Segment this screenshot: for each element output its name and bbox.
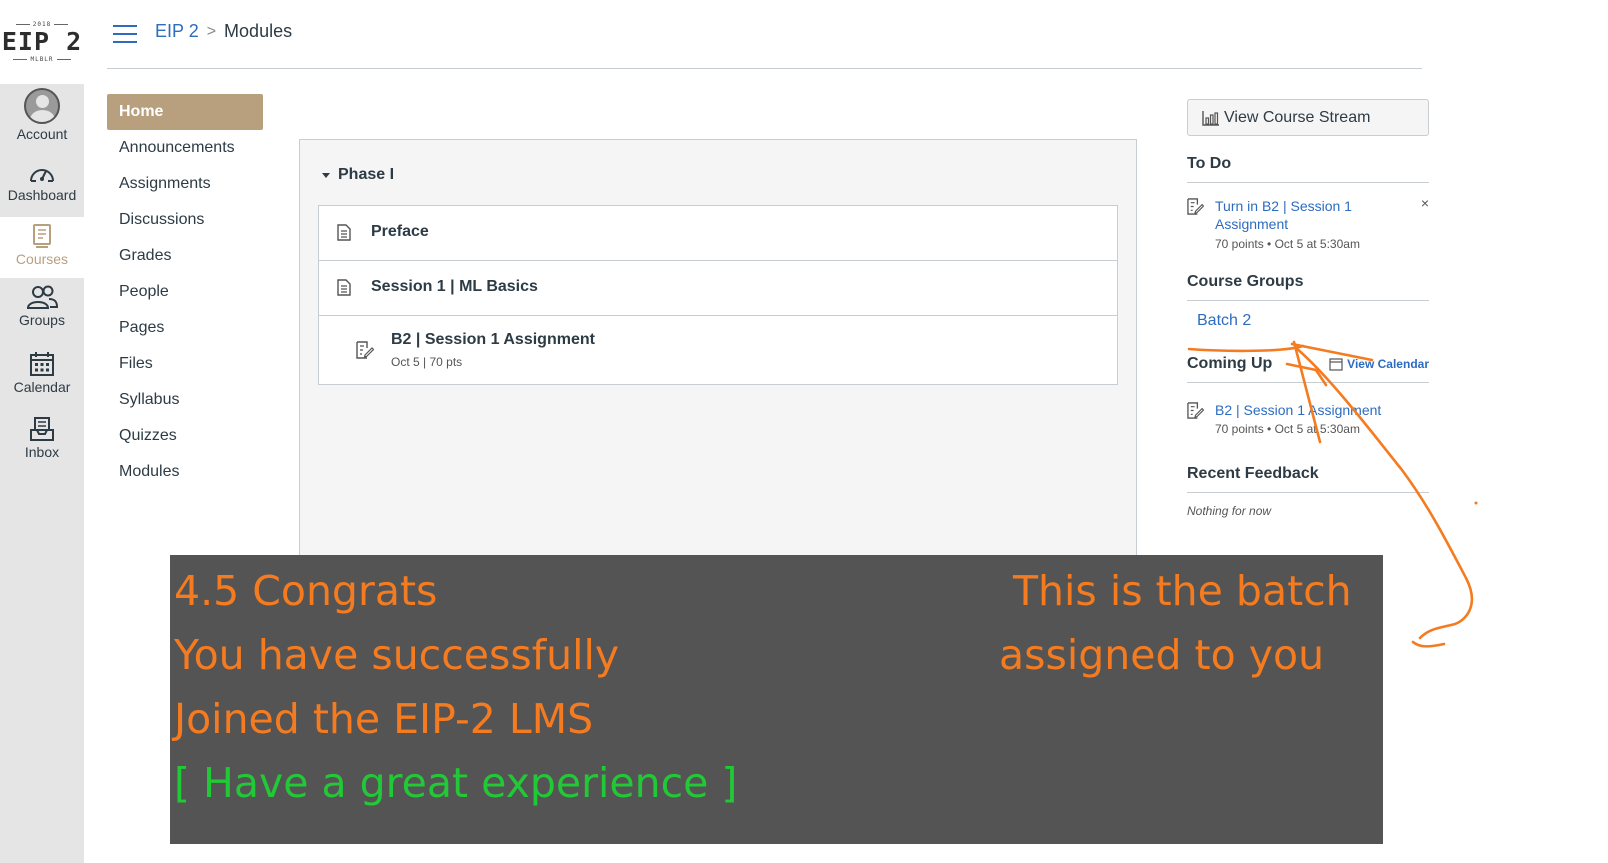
assignment-icon: [356, 341, 374, 359]
logo-title: EIP 2: [1, 27, 83, 56]
course-groups-heading: Course Groups: [1187, 273, 1429, 301]
course-nav-grades[interactable]: Grades: [107, 238, 263, 274]
coming-up-item: B2 | Session 1 Assignment 70 points • Oc…: [1187, 401, 1429, 441]
group-link-batch-2[interactable]: Batch 2: [1197, 312, 1251, 330]
collapse-triangle-icon: [322, 172, 330, 178]
stream-chart-icon: [1202, 110, 1219, 126]
module-title: Phase I: [338, 166, 395, 183]
course-nav-assignments[interactable]: Assignments: [107, 166, 263, 202]
course-nav: Home Announcements Assignments Discussio…: [107, 94, 263, 490]
header-divider: [107, 68, 1422, 69]
recent-feedback-heading: Recent Feedback: [1187, 465, 1429, 493]
global-nav-courses[interactable]: Courses: [0, 217, 84, 278]
dashboard-icon: [30, 169, 54, 182]
hamburger-menu-icon[interactable]: [113, 25, 137, 43]
calendar-icon: [1329, 358, 1343, 371]
global-nav-account-label: Account: [16, 126, 68, 142]
module-item[interactable]: Session 1 | ML Basics: [319, 261, 1117, 316]
chevron-right-icon: >: [206, 22, 217, 40]
module-item-title[interactable]: Preface: [371, 223, 429, 241]
course-nav-pages[interactable]: Pages: [107, 310, 263, 346]
module-header[interactable]: Phase I: [322, 166, 394, 184]
module-item-meta: Oct 5 | 70 pts: [391, 355, 463, 369]
global-nav-account[interactable]: Account: [0, 88, 84, 150]
module-item-title[interactable]: B2 | Session 1 Assignment: [391, 331, 595, 349]
breadcrumb: EIP 2 > Modules: [155, 21, 292, 42]
breadcrumb-course-link[interactable]: EIP 2: [155, 21, 199, 42]
course-nav-announcements[interactable]: Announcements: [107, 130, 263, 166]
global-nav: 2018 EIP 2 MLBLR Account Dashboard Cours…: [0, 0, 84, 863]
page-icon: [337, 224, 351, 241]
todo-item-meta: 70 points • Oct 5 at 5:30am: [1215, 237, 1360, 251]
assignment-icon: [1187, 198, 1204, 215]
view-course-stream-label: View Course Stream: [1224, 108, 1371, 126]
todo-item-link[interactable]: Turn in B2 | Session 1 Assignment: [1215, 197, 1390, 233]
annotation-line-4: [ Have a great experience ]: [174, 759, 738, 807]
coming-up-item-link[interactable]: B2 | Session 1 Assignment: [1215, 401, 1429, 419]
annotation-line-3: Joined the EIP-2 LMS: [174, 695, 594, 743]
global-nav-dashboard[interactable]: Dashboard: [0, 163, 84, 215]
global-nav-inbox-label: Inbox: [24, 444, 60, 460]
inbox-icon: [30, 417, 54, 441]
global-nav-groups[interactable]: Groups: [0, 284, 84, 336]
module-item[interactable]: B2 | Session 1 Assignment Oct 5 | 70 pts: [319, 316, 1117, 384]
global-nav-dashboard-label: Dashboard: [7, 187, 77, 203]
avatar: [24, 88, 60, 124]
coming-up-item-meta: 70 points • Oct 5 at 5:30am: [1215, 422, 1360, 436]
global-nav-courses-label: Courses: [15, 251, 69, 267]
view-calendar-label: View Calendar: [1347, 357, 1429, 371]
course-nav-modules[interactable]: Modules: [107, 454, 263, 490]
coming-up-heading-label: Coming Up: [1187, 355, 1273, 372]
recent-feedback-empty: Nothing for now: [1187, 504, 1272, 518]
view-calendar-link[interactable]: View Calendar: [1329, 357, 1429, 371]
course-nav-syllabus[interactable]: Syllabus: [107, 382, 263, 418]
annotation-line-1: 4.5 Congrats: [174, 567, 438, 615]
module-items: Preface Session 1 | ML Basics B2 | Sessi…: [318, 205, 1118, 385]
global-nav-calendar[interactable]: Calendar: [0, 351, 84, 401]
assignment-icon: [1187, 402, 1204, 419]
annotation-line-2: You have successfully: [174, 631, 620, 679]
module-item-title[interactable]: Session 1 | ML Basics: [371, 278, 538, 296]
module-item[interactable]: Preface: [319, 206, 1117, 261]
annotation-right-2: assigned to you: [999, 631, 1325, 679]
modules-panel: Phase I Preface Session 1 | ML Basics B2…: [299, 139, 1137, 559]
logo-subtitle: MLBLR: [30, 56, 54, 63]
annotation-overlay: 4.5 Congrats You have successfully Joine…: [170, 555, 1383, 844]
global-nav-groups-label: Groups: [19, 312, 65, 328]
page-icon: [337, 279, 351, 296]
course-nav-home[interactable]: Home: [107, 94, 263, 130]
calendar-icon: [30, 352, 54, 376]
todo-item: Turn in B2 | Session 1 Assignment 70 poi…: [1187, 195, 1429, 251]
course-nav-people[interactable]: People: [107, 274, 263, 310]
view-course-stream-button[interactable]: View Course Stream: [1187, 99, 1429, 136]
course-logo[interactable]: 2018 EIP 2 MLBLR: [0, 0, 84, 84]
courses-icon: [33, 224, 51, 248]
dismiss-close-icon[interactable]: ×: [1421, 195, 1429, 211]
global-nav-inbox[interactable]: Inbox: [0, 416, 84, 466]
annotation-right-1: This is the batch: [1013, 567, 1352, 615]
todo-heading: To Do: [1187, 155, 1429, 183]
course-nav-quizzes[interactable]: Quizzes: [107, 418, 263, 454]
course-nav-discussions[interactable]: Discussions: [107, 202, 263, 238]
course-nav-files[interactable]: Files: [107, 346, 263, 382]
global-nav-calendar-label: Calendar: [13, 379, 71, 395]
breadcrumb-current: Modules: [224, 21, 293, 41]
groups-icon: [26, 285, 59, 309]
coming-up-heading: Coming Up View Calendar: [1187, 355, 1429, 383]
